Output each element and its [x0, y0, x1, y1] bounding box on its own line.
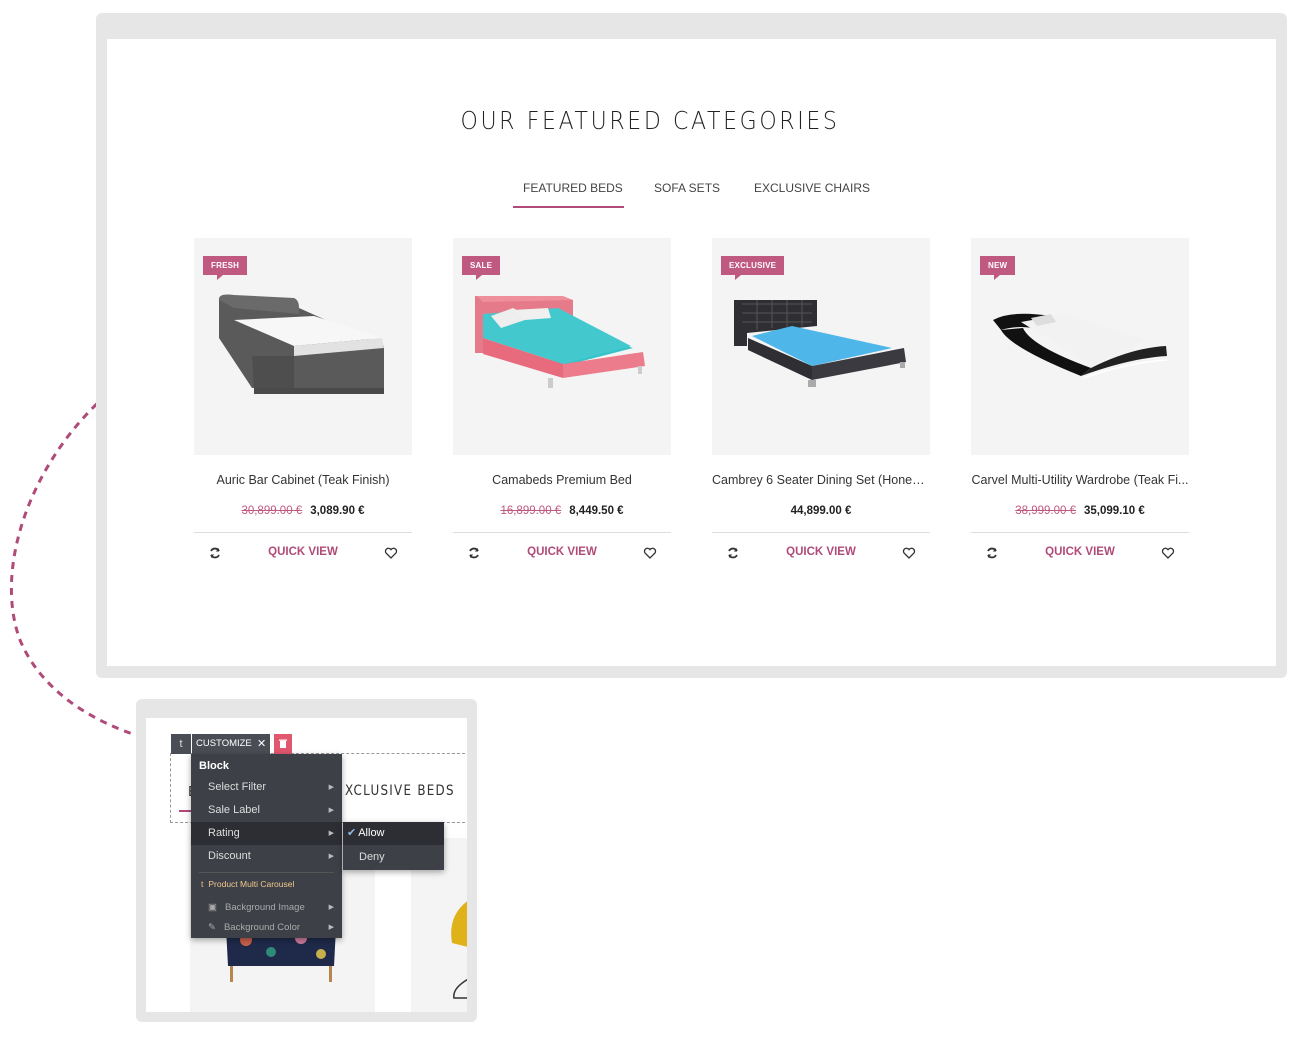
group-type-icon: t: [201, 879, 204, 889]
menu-heading-block: Block: [199, 760, 229, 772]
trash-icon[interactable]: [274, 734, 292, 754]
old-price: 16,899.00 €: [500, 505, 562, 517]
product-name[interactable]: Camabeds Premium Bed: [453, 473, 671, 487]
product-badge: SALE: [462, 256, 501, 280]
menu-group-product-multi-carousel[interactable]: t Product Multi Carousel: [191, 873, 342, 896]
divider: [712, 532, 930, 533]
product-prices: 16,899.00 € 8,449.50 €: [453, 505, 671, 517]
tab-sofa-sets[interactable]: SOFA SETS: [654, 181, 720, 195]
product-image[interactable]: NEW: [971, 238, 1189, 455]
menu-item-sale-label[interactable]: Sale Label ▶: [191, 799, 342, 822]
menu-group-label: Product Multi Carousel: [208, 879, 295, 889]
menu-item-label: Background Color: [223, 922, 301, 933]
section-title: OUR FEATURED CATEGORIES: [460, 106, 840, 135]
heart-icon[interactable]: [902, 546, 916, 560]
caret-right-icon: ▶: [328, 784, 334, 791]
product-name[interactable]: Carvel Multi-Utility Wardrobe (Teak Fi..…: [971, 473, 1189, 487]
quick-view-button[interactable]: QUICK VIEW: [971, 546, 1189, 558]
block-type-icon[interactable]: t: [171, 734, 191, 754]
product-card[interactable]: EXCLUSIVE Cambrey 6 Seater Dining Set (H…: [712, 238, 930, 559]
product-prices: 38,999.00 € 35,099.10 €: [971, 505, 1189, 517]
price: 44,899.00 €: [790, 505, 852, 517]
product-image[interactable]: EXCLUSIVE: [712, 238, 930, 455]
quick-view-button[interactable]: QUICK VIEW: [712, 546, 930, 558]
product-name[interactable]: Cambrey 6 Seater Dining Set (Honey ...: [712, 473, 930, 487]
product-image[interactable]: SALE: [453, 238, 671, 455]
eyedropper-icon: ✎: [208, 922, 216, 933]
customize-menu: Block Select Filter ▶ Sale Label ▶ Rating ▶…: [191, 754, 342, 938]
product-badge: NEW: [980, 256, 1016, 280]
menu-item-label: Rating: [208, 827, 240, 839]
old-price: 30,899.00 €: [241, 505, 303, 517]
heart-icon[interactable]: [643, 546, 657, 560]
checkmark-icon: ✔: [347, 827, 357, 839]
heart-icon[interactable]: [1161, 546, 1175, 560]
menu-item-label: Sale Label: [208, 804, 260, 816]
image-icon: ▣: [208, 902, 217, 913]
old-price: 38,999.00 €: [1015, 505, 1076, 517]
tab-featured-beds[interactable]: FEATURED BEDS: [523, 181, 623, 195]
product-actions: QUICK VIEW: [453, 545, 671, 563]
product-actions: QUICK VIEW: [971, 545, 1189, 563]
product-prices: 44,899.00 €: [712, 505, 930, 517]
caret-right-icon: ▶: [328, 853, 334, 860]
product-badge: FRESH: [203, 256, 248, 280]
divider: [453, 532, 671, 533]
divider: [194, 532, 412, 533]
submenu-item-label: Deny: [359, 851, 385, 863]
quick-view-button[interactable]: QUICK VIEW: [453, 546, 671, 558]
price: 35,099.10 €: [1084, 505, 1145, 517]
divider: [971, 532, 1189, 533]
background-tab-heading: XCLUSIVE BEDS: [345, 783, 455, 799]
menu-item-select-filter[interactable]: Select Filter ▶: [191, 776, 342, 799]
menu-item-label: Discount: [208, 850, 251, 862]
menu-item-label: Select Filter: [208, 781, 267, 793]
menu-item-background-color[interactable]: ✎ Background Color ▶: [191, 916, 342, 939]
submenu-item-deny[interactable]: Deny: [343, 846, 444, 869]
product-actions: QUICK VIEW: [194, 545, 412, 563]
product-card[interactable]: SALE Camabeds Premium Bed 16,899.00 € 8,4…: [453, 238, 671, 559]
quick-view-button[interactable]: QUICK VIEW: [194, 546, 412, 558]
menu-item-rating[interactable]: Rating ▶: [191, 822, 342, 845]
submenu-item-label: Allow: [358, 827, 385, 839]
caret-right-icon: ▶: [328, 830, 334, 837]
chair-image: [451, 901, 467, 999]
product-prices: 30,899.00 € 3,089.90 €: [194, 505, 412, 517]
product-actions: QUICK VIEW: [712, 545, 930, 563]
menu-item-label: Background Image: [224, 902, 305, 913]
close-icon[interactable]: ✕: [257, 734, 269, 754]
heart-icon[interactable]: [384, 546, 398, 560]
menu-item-discount[interactable]: Discount ▶: [191, 845, 342, 868]
product-card[interactable]: FRESH Auric Bar Cabinet (Teak Finish) 30…: [194, 238, 412, 559]
caret-right-icon: ▶: [328, 924, 334, 931]
product-name[interactable]: Auric Bar Cabinet (Teak Finish): [194, 473, 412, 487]
price: 3,089.90 €: [310, 505, 365, 517]
product-image[interactable]: FRESH: [194, 238, 412, 455]
rating-submenu: ✔ Allow Deny: [343, 822, 444, 870]
price: 8,449.50 €: [569, 505, 624, 517]
caret-right-icon: ▶: [328, 807, 334, 814]
submenu-item-allow[interactable]: ✔ Allow: [343, 822, 444, 845]
active-tab-indicator: [513, 206, 624, 208]
product-card[interactable]: NEW Carvel Multi-Utility Wardrobe (Teak …: [971, 238, 1189, 559]
product-badge: EXCLUSIVE: [721, 256, 785, 280]
tab-exclusive-chairs[interactable]: EXCLUSIVE CHAIRS: [754, 181, 870, 195]
